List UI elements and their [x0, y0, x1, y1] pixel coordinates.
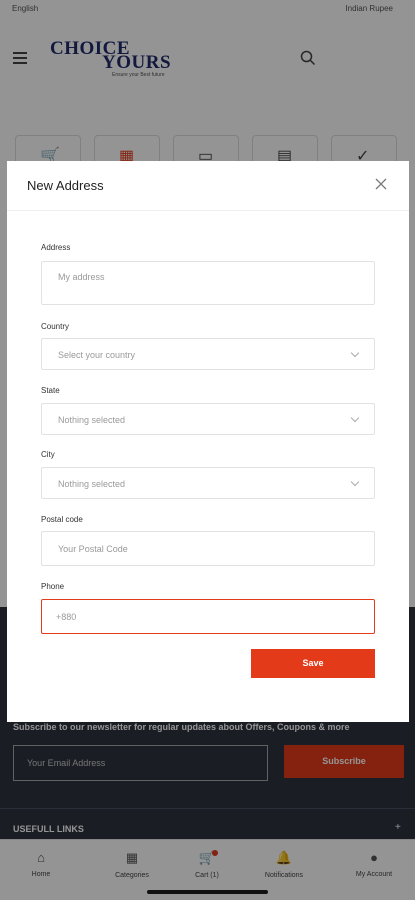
modal-title: New Address	[27, 178, 104, 193]
chevron-down-icon	[350, 348, 360, 358]
state-select[interactable]: Nothing selected	[41, 403, 375, 435]
postal-placeholder: Your Postal Code	[58, 544, 128, 554]
country-select[interactable]: Select your country	[41, 338, 375, 370]
address-placeholder: My address	[58, 272, 105, 282]
phone-value: +880	[56, 612, 77, 622]
chevron-down-icon	[350, 477, 360, 487]
chevron-down-icon	[350, 413, 360, 423]
city-select[interactable]: Nothing selected	[41, 467, 375, 499]
save-button[interactable]: Save	[251, 649, 375, 678]
postal-input[interactable]: Your Postal Code	[41, 531, 375, 566]
postal-label: Postal code	[41, 515, 83, 524]
state-label: State	[41, 386, 60, 395]
phone-label: Phone	[41, 582, 65, 591]
home-indicator	[147, 890, 268, 894]
new-address-modal: New Address Address My address Country S…	[7, 161, 409, 722]
address-label: Address	[41, 243, 71, 252]
address-textarea[interactable]: My address	[41, 261, 375, 305]
country-value: Select your country	[58, 350, 136, 360]
city-label: City	[41, 450, 55, 459]
phone-input[interactable]: +880	[41, 599, 375, 634]
city-value: Nothing selected	[58, 479, 126, 489]
country-label: Country	[41, 322, 70, 331]
close-icon[interactable]	[373, 176, 389, 192]
state-value: Nothing selected	[58, 415, 126, 425]
modal-header: New Address	[7, 161, 409, 211]
